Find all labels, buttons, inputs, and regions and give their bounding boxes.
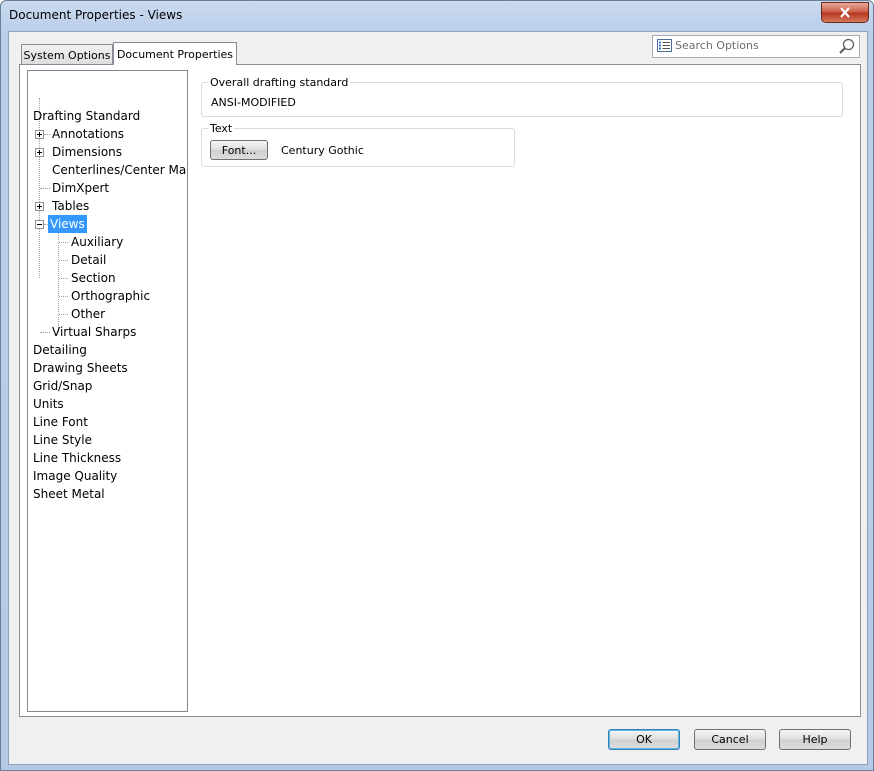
search-options-box[interactable] [652, 35, 860, 58]
ok-button[interactable]: OK [608, 729, 680, 750]
close-button[interactable] [821, 2, 869, 23]
tree-item-detailing[interactable]: Detailing [31, 341, 89, 359]
tree-item-drafting-standard[interactable]: Drafting Standard [31, 107, 142, 125]
tree-item-units[interactable]: Units [31, 395, 66, 413]
tree-connector [59, 242, 68, 243]
tree-item-tables[interactable]: Tables [50, 197, 91, 215]
tree-item-other[interactable]: Other [69, 305, 107, 323]
tree-item-dimxpert[interactable]: DimXpert [50, 179, 111, 197]
font-name-value: Century Gothic [281, 144, 364, 157]
dialog-window: Document Properties - Views System Optio… [0, 0, 874, 771]
expand-plus-icon[interactable] [35, 130, 44, 139]
tree-item-auxiliary[interactable]: Auxiliary [69, 233, 125, 251]
tab-label: Document Properties [116, 47, 234, 61]
tree-item-annotations[interactable]: Annotations [50, 125, 126, 143]
group-title: Overall drafting standard [208, 76, 351, 89]
tree-connector [40, 188, 50, 189]
options-tree[interactable]: Drafting Standard Annotations Dimensions… [27, 70, 188, 712]
tree-item-line-thickness[interactable]: Line Thickness [31, 449, 123, 467]
tree-item-dimensions[interactable]: Dimensions [50, 143, 124, 161]
dialog-client-area: System Options Document Properties Searc… [8, 31, 868, 765]
text-group: Text Font... Century Gothic [201, 122, 515, 167]
search-input[interactable] [675, 38, 835, 53]
tree-item-drawing-sheets[interactable]: Drawing Sheets [31, 359, 130, 377]
tree-connector [59, 314, 68, 315]
tree-item-orthographic[interactable]: Orthographic [69, 287, 152, 305]
tree-item-grid-snap[interactable]: Grid/Snap [31, 377, 94, 395]
font-button[interactable]: Font... [210, 140, 268, 160]
expand-plus-icon[interactable] [35, 148, 44, 157]
tree-connector [40, 332, 50, 333]
drafting-standard-group: Overall drafting standard ANSI-MODIFIED [201, 76, 843, 117]
options-list-icon[interactable] [657, 39, 672, 55]
group-title: Text [208, 122, 235, 135]
expand-plus-icon[interactable] [35, 202, 44, 211]
tree-connector [59, 296, 68, 297]
close-icon [839, 7, 851, 18]
drafting-standard-value: ANSI-MODIFIED [211, 96, 296, 109]
tree-item-line-font[interactable]: Line Font [31, 413, 90, 431]
tree-item-detail[interactable]: Detail [69, 251, 108, 269]
tree-item-line-style[interactable]: Line Style [31, 431, 94, 449]
tree-item-centerlines[interactable]: Centerlines/Center Marks [50, 161, 187, 179]
window-title: Document Properties - Views [9, 8, 183, 22]
help-button[interactable]: Help [779, 729, 851, 750]
tree-item-image-quality[interactable]: Image Quality [31, 467, 119, 485]
tab-document-properties[interactable]: Document Properties [113, 42, 237, 65]
title-bar[interactable]: Document Properties - Views [1, 1, 873, 31]
tree-connector [59, 260, 68, 261]
tree-item-virtual-sharps[interactable]: Virtual Sharps [50, 323, 138, 341]
tab-system-options[interactable]: System Options [21, 44, 113, 65]
collapse-minus-icon[interactable] [35, 220, 44, 229]
search-icon[interactable] [839, 38, 855, 57]
tree-item-section[interactable]: Section [69, 269, 118, 287]
cancel-button[interactable]: Cancel [694, 729, 766, 750]
tree-connector [59, 278, 68, 279]
tab-label: System Options [23, 48, 111, 62]
tree-item-views[interactable]: Views [48, 215, 87, 233]
tree-connector [58, 233, 59, 332]
tree-item-sheet-metal[interactable]: Sheet Metal [31, 485, 107, 503]
properties-panel: Drafting Standard Annotations Dimensions… [19, 64, 861, 717]
